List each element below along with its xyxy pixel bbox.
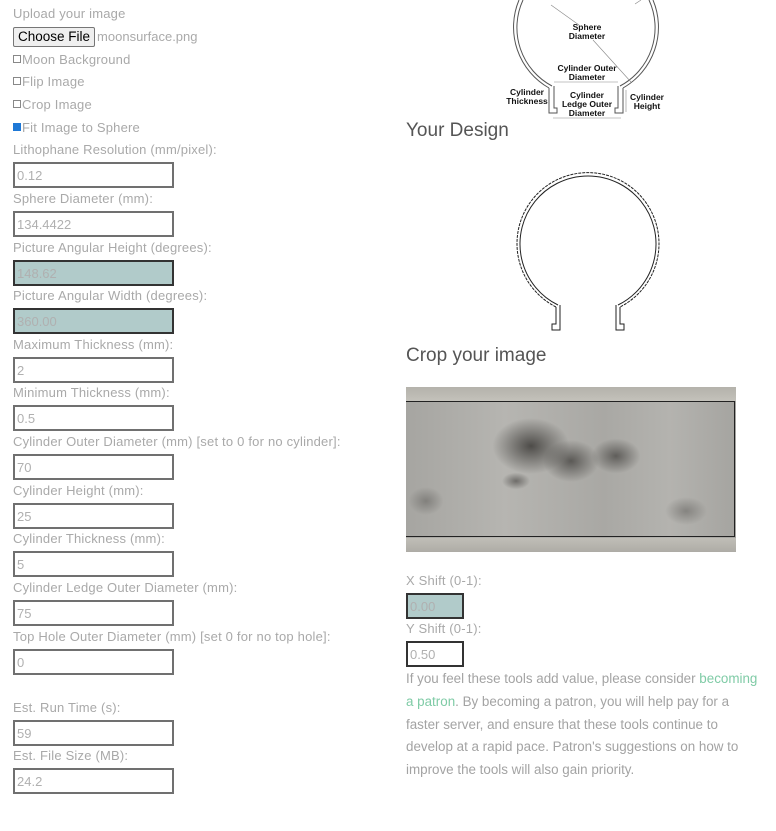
- field-label: Top Hole Outer Diameter (mm) [set 0 for …: [13, 629, 331, 644]
- option-label: Fit Image to Sphere: [22, 120, 140, 135]
- estimate-label: Est. Run Time (s):: [13, 700, 121, 715]
- field-input[interactable]: [13, 405, 174, 431]
- field-input[interactable]: [13, 162, 174, 188]
- field-label: Cylinder Outer Diameter (mm) [set to 0 f…: [13, 434, 341, 449]
- x-shift-label: X Shift (0-1):: [406, 573, 482, 588]
- crop-selection-box[interactable]: [406, 401, 735, 537]
- diagram-label-sphere-2: Diameter: [569, 31, 606, 41]
- field-label: Cylinder Ledge Outer Diameter (mm):: [13, 580, 238, 595]
- crop-heading: Crop your image: [406, 345, 547, 366]
- field-input[interactable]: [13, 211, 174, 237]
- field-input[interactable]: [13, 357, 174, 383]
- field-label: Lithophane Resolution (mm/pixel):: [13, 142, 217, 157]
- option-moon-background[interactable]: Moon Background: [13, 51, 131, 69]
- estimate-value[interactable]: [13, 768, 174, 794]
- field-label: Maximum Thickness (mm):: [13, 337, 174, 352]
- y-shift-input[interactable]: [406, 641, 464, 667]
- estimate-label: Est. File Size (MB):: [13, 748, 129, 763]
- file-picker: Choose File moonsurface.png: [13, 27, 198, 47]
- field-label: Picture Angular Width (degrees):: [13, 288, 208, 303]
- option-label: Flip Image: [22, 74, 85, 89]
- option-crop-image[interactable]: Crop Image: [13, 96, 92, 114]
- estimate-value[interactable]: [13, 720, 174, 746]
- field-label: Sphere Diameter (mm):: [13, 191, 154, 206]
- moon-background-checkbox[interactable]: [13, 55, 21, 63]
- fit-sphere-checkbox[interactable]: [13, 123, 21, 131]
- field-input[interactable]: [13, 649, 174, 675]
- x-shift-input[interactable]: [406, 593, 464, 619]
- field-input[interactable]: [13, 454, 174, 480]
- patron-text-after: . By becoming a patron, you will help pa…: [406, 693, 739, 778]
- field-input[interactable]: [13, 260, 174, 286]
- option-label: Moon Background: [22, 52, 131, 67]
- patron-text-before: If you feel these tools add value, pleas…: [406, 671, 700, 686]
- upload-label: Upload your image: [13, 6, 126, 21]
- diagram-label-ledge-3: Diameter: [569, 108, 606, 118]
- option-fit-sphere[interactable]: Fit Image to Sphere: [13, 119, 140, 137]
- field-label: Minimum Thickness (mm):: [13, 385, 170, 400]
- reference-diagram: Sphere Diameter Cylinder Outer Diameter …: [506, 0, 665, 119]
- choose-file-button[interactable]: Choose File: [13, 27, 96, 47]
- diagram-label-thickness-2: Thickness: [506, 96, 548, 106]
- field-input[interactable]: [13, 503, 174, 529]
- diagram-label-height-2: Height: [634, 101, 661, 111]
- crop-canvas[interactable]: [406, 387, 736, 552]
- field-input[interactable]: [13, 308, 174, 334]
- field-input[interactable]: [13, 551, 174, 577]
- field-label: Picture Angular Height (degrees):: [13, 240, 212, 255]
- option-label: Crop Image: [22, 97, 92, 112]
- design-preview: [516, 172, 660, 331]
- field-input[interactable]: [13, 600, 174, 626]
- file-name: moonsurface.png: [97, 29, 198, 44]
- diagram-label-cylinder-outer-2: Diameter: [569, 72, 606, 82]
- field-label: Cylinder Height (mm):: [13, 483, 144, 498]
- field-label: Cylinder Thickness (mm):: [13, 531, 165, 546]
- flip-image-checkbox[interactable]: [13, 77, 21, 85]
- option-flip-image[interactable]: Flip Image: [13, 73, 85, 91]
- patron-message: If you feel these tools add value, pleas…: [406, 668, 766, 782]
- your-design-heading: Your Design: [406, 120, 509, 141]
- y-shift-label: Y Shift (0-1):: [406, 621, 482, 636]
- crop-image-checkbox[interactable]: [13, 100, 21, 108]
